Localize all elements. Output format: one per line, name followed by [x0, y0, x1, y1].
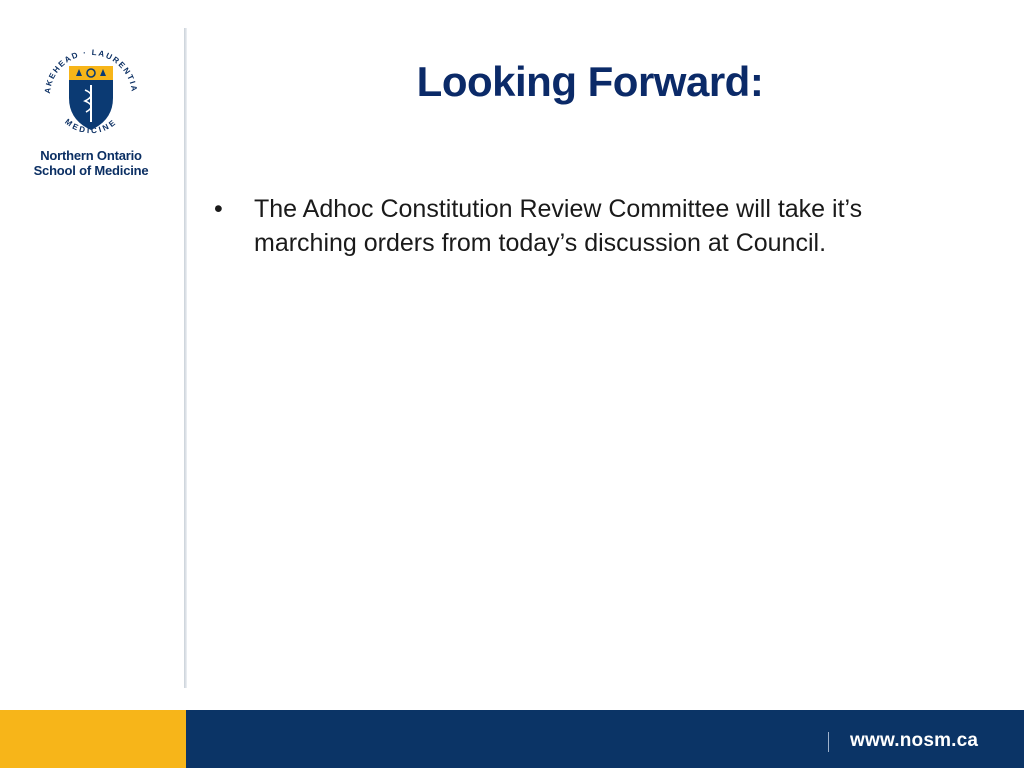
- footer-separator: [828, 732, 829, 752]
- school-name-line2: School of Medicine: [33, 163, 149, 178]
- slide-title: Looking Forward:: [416, 58, 764, 105]
- bullet-item: • The Adhoc Constitution Review Committe…: [212, 192, 972, 260]
- school-name-line1: Northern Ontario: [40, 148, 142, 163]
- nosm-seal-logo: LAKEHEAD · LAURENTIAN MEDICINE: [36, 40, 137, 135]
- sidebar: LAKEHEAD · LAURENTIAN MEDICINE Northern …: [0, 0, 186, 710]
- bullet-marker: •: [214, 195, 223, 223]
- footer-gold-block: [0, 710, 186, 768]
- bullet-text-line1: The Adhoc Constitution Review Committee …: [254, 195, 863, 223]
- bullet-text-line2: marching orders from today’s discussion …: [254, 229, 827, 257]
- bullet-list: • The Adhoc Constitution Review Committe…: [212, 192, 972, 260]
- footer-bar: www.nosm.ca: [0, 710, 1024, 768]
- slide: LAKEHEAD · LAURENTIAN MEDICINE Northern …: [0, 0, 1024, 768]
- footer-website-link[interactable]: www.nosm.ca: [850, 730, 978, 752]
- school-name: Northern Ontario School of Medicine: [24, 148, 158, 178]
- sidebar-divider: [184, 28, 187, 688]
- shield-icon: [69, 66, 113, 130]
